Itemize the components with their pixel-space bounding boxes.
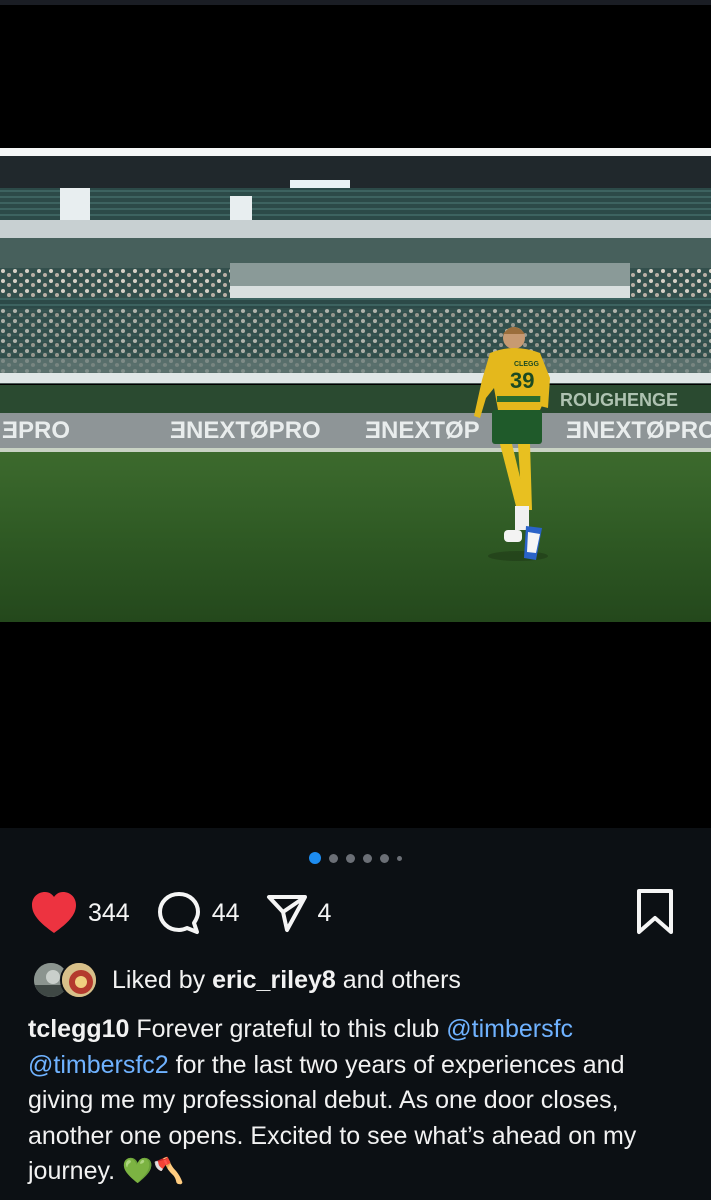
heart-icon[interactable] [30, 891, 78, 935]
caption-mention[interactable]: @timbersfc [446, 1015, 573, 1043]
liked-by-suffix[interactable]: and others [343, 966, 461, 995]
post-photo[interactable]: ROUGHENGE ƎPRO ƎNEXTØPRO ƎNEXTØP ƎNEXTØP… [0, 148, 711, 622]
avatar[interactable] [60, 961, 98, 999]
carousel-indicator[interactable] [0, 851, 711, 865]
share-icon[interactable] [266, 892, 308, 934]
board-text-left: ƎPRO [2, 417, 70, 444]
post-action-bar: 344 44 4 [30, 886, 357, 940]
share-count[interactable]: 4 [318, 899, 332, 928]
share-action[interactable]: 4 [266, 892, 332, 934]
liked-by-prefix: Liked by [112, 965, 206, 994]
carousel-dot[interactable] [380, 853, 389, 863]
caption-username[interactable]: tclegg10 [28, 1015, 129, 1043]
carousel-dot[interactable] [329, 853, 338, 863]
bookmark-icon[interactable] [635, 888, 675, 936]
caption-mention[interactable]: @timbersfc2 [28, 1051, 169, 1079]
carousel-dot[interactable] [346, 853, 355, 863]
caption-text: Forever grateful to this club [129, 1015, 447, 1043]
comment-icon[interactable] [156, 890, 202, 936]
jersey-name: CLEGG [514, 361, 539, 368]
comment-action[interactable]: 44 [156, 890, 240, 936]
board-text-right: ƎNEXTØPRO [566, 417, 711, 444]
board-text-upper: ROUGHENGE [560, 390, 678, 410]
board-text-mid2: ƎNEXTØP [365, 417, 480, 444]
carousel-dot[interactable] [397, 855, 402, 861]
liked-by-user[interactable]: eric_riley8 [212, 966, 336, 995]
like-action[interactable]: 344 [30, 891, 130, 935]
carousel-dot[interactable] [363, 853, 372, 863]
comment-count[interactable]: 44 [212, 899, 240, 928]
board-text-mid: ƎNEXTØPRO [170, 417, 321, 444]
liker-avatars[interactable] [32, 961, 98, 999]
post-caption: tclegg10 Forever grateful to this club @… [28, 1012, 688, 1190]
jersey-number: 39 [510, 368, 534, 393]
liked-by-row[interactable]: Liked by eric_riley8 and others [32, 960, 461, 1000]
carousel-dot-active[interactable] [309, 852, 321, 864]
like-count[interactable]: 344 [88, 899, 130, 928]
